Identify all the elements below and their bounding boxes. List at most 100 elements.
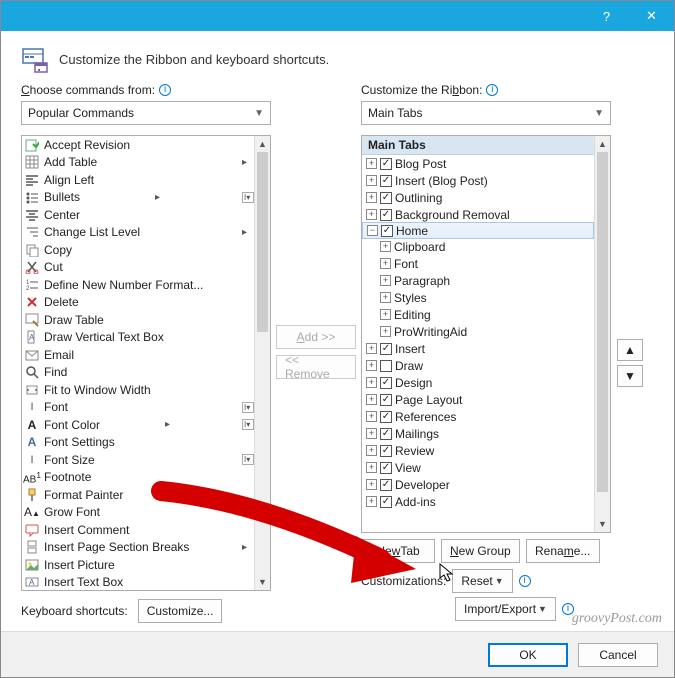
expand-icon[interactable] <box>366 360 377 371</box>
checkbox[interactable] <box>380 428 392 440</box>
tree-item[interactable]: Outlining <box>362 189 594 206</box>
scrollbar[interactable]: ▲ ▼ <box>254 136 270 590</box>
close-button[interactable]: ✕ <box>629 1 674 31</box>
expand-icon[interactable] <box>380 258 391 269</box>
checkbox[interactable] <box>380 158 392 170</box>
tree-item-home[interactable]: Home <box>362 222 594 239</box>
tree-group[interactable]: Editing <box>362 306 594 323</box>
move-up-button[interactable]: ▲ <box>617 339 643 361</box>
expand-icon[interactable] <box>366 428 377 439</box>
tree-item[interactable]: Blog Post <box>362 155 594 172</box>
expand-icon[interactable] <box>366 158 377 169</box>
checkbox[interactable] <box>380 462 392 474</box>
tree-item[interactable]: Draw <box>362 357 594 374</box>
checkbox[interactable] <box>380 377 392 389</box>
checkbox[interactable] <box>380 445 392 457</box>
expand-icon[interactable] <box>366 445 377 456</box>
expand-icon[interactable] <box>380 326 391 337</box>
command-item[interactable]: Format Painter <box>22 486 254 504</box>
new-group-button[interactable]: New Group <box>441 539 520 563</box>
expand-icon[interactable] <box>366 496 377 507</box>
expand-icon[interactable] <box>366 209 377 220</box>
scroll-up-icon[interactable]: ▲ <box>595 136 610 152</box>
tree-item[interactable]: Developer <box>362 476 594 493</box>
tree-item[interactable]: View <box>362 459 594 476</box>
tree-item[interactable]: References <box>362 408 594 425</box>
cancel-button[interactable]: Cancel <box>578 643 658 667</box>
scrollbar[interactable]: ▲ ▼ <box>594 136 610 532</box>
command-item[interactable]: ADraw Vertical Text Box <box>22 329 254 347</box>
expand-icon[interactable] <box>366 343 377 354</box>
command-item[interactable]: Insert Page Section Breaks▸ <box>22 539 254 557</box>
tree-item[interactable]: Add-ins <box>362 493 594 510</box>
command-item[interactable]: AB1Footnote <box>22 469 254 487</box>
expand-icon[interactable] <box>366 175 377 186</box>
tree-group[interactable]: Styles <box>362 289 594 306</box>
command-item[interactable]: Accept Revision <box>22 136 254 154</box>
checkbox[interactable] <box>380 209 392 221</box>
command-item[interactable]: Draw Table <box>22 311 254 329</box>
tree-group[interactable]: Font <box>362 255 594 272</box>
expand-icon[interactable] <box>366 411 377 422</box>
collapse-icon[interactable] <box>367 225 378 236</box>
customize-shortcuts-button[interactable]: Customize... <box>138 599 223 623</box>
command-item[interactable]: Insert Comment <box>22 521 254 539</box>
command-item[interactable]: AFont Color▸I▾ <box>22 416 254 434</box>
command-item[interactable]: Change List Level▸ <box>22 224 254 242</box>
info-icon[interactable]: i <box>486 84 498 96</box>
tree-item[interactable]: Mailings <box>362 425 594 442</box>
command-item[interactable]: AFont Settings <box>22 434 254 452</box>
add-button[interactable]: Add >> <box>276 325 356 349</box>
scroll-down-icon[interactable]: ▼ <box>255 574 270 590</box>
checkbox[interactable] <box>380 496 392 508</box>
checkbox[interactable] <box>380 479 392 491</box>
scroll-thumb[interactable] <box>257 152 268 332</box>
expand-icon[interactable] <box>380 275 391 286</box>
checkbox[interactable] <box>380 343 392 355</box>
tree-item[interactable]: Insert (Blog Post) <box>362 172 594 189</box>
tree-group[interactable]: ProWritingAid <box>362 323 594 340</box>
expand-icon[interactable] <box>380 292 391 303</box>
tree-item[interactable]: Insert <box>362 340 594 357</box>
expand-icon[interactable] <box>366 377 377 388</box>
tree-item[interactable]: Page Layout <box>362 391 594 408</box>
checkbox[interactable] <box>380 192 392 204</box>
command-item[interactable]: Fit to Window Width <box>22 381 254 399</box>
command-item[interactable]: IFontI▾ <box>22 399 254 417</box>
checkbox[interactable] <box>380 360 392 372</box>
checkbox[interactable] <box>381 225 393 237</box>
command-item[interactable]: Email <box>22 346 254 364</box>
expand-icon[interactable] <box>380 309 391 320</box>
command-item[interactable]: 12Define New Number Format... <box>22 276 254 294</box>
command-item[interactable]: Center <box>22 206 254 224</box>
command-item[interactable]: Add Table▸ <box>22 154 254 172</box>
tree-item[interactable]: Review <box>362 442 594 459</box>
move-down-button[interactable]: ▼ <box>617 365 643 387</box>
expand-icon[interactable] <box>366 479 377 490</box>
ok-button[interactable]: OK <box>488 643 568 667</box>
scroll-down-icon[interactable]: ▼ <box>595 516 610 532</box>
checkbox[interactable] <box>380 175 392 187</box>
commands-listbox[interactable]: Accept RevisionAdd Table▸Align LeftBulle… <box>21 135 271 591</box>
expand-icon[interactable] <box>380 241 391 252</box>
expand-icon[interactable] <box>366 192 377 203</box>
tree-group[interactable]: Paragraph <box>362 272 594 289</box>
command-item[interactable]: Cut <box>22 259 254 277</box>
info-icon[interactable]: i <box>519 575 531 587</box>
tree-item[interactable]: Design <box>362 374 594 391</box>
expand-icon[interactable] <box>366 462 377 473</box>
tree-item[interactable]: Background Removal <box>362 206 594 223</box>
command-item[interactable]: AInsert Text Box <box>22 574 254 591</box>
command-item[interactable]: Delete <box>22 294 254 312</box>
command-item[interactable]: Find <box>22 364 254 382</box>
remove-button[interactable]: << Remove <box>276 355 356 379</box>
command-item[interactable]: Insert Picture <box>22 556 254 574</box>
command-item[interactable]: IFont SizeI▾ <box>22 451 254 469</box>
choose-commands-combo[interactable]: Popular Commands ▼ <box>21 101 271 125</box>
info-icon[interactable]: i <box>159 84 171 96</box>
command-item[interactable]: Bullets▸I▾ <box>22 189 254 207</box>
checkbox[interactable] <box>380 411 392 423</box>
import-export-button[interactable]: Import/Export▼ <box>455 597 556 621</box>
tree-group[interactable]: Clipboard <box>362 238 594 255</box>
expand-icon[interactable] <box>366 394 377 405</box>
